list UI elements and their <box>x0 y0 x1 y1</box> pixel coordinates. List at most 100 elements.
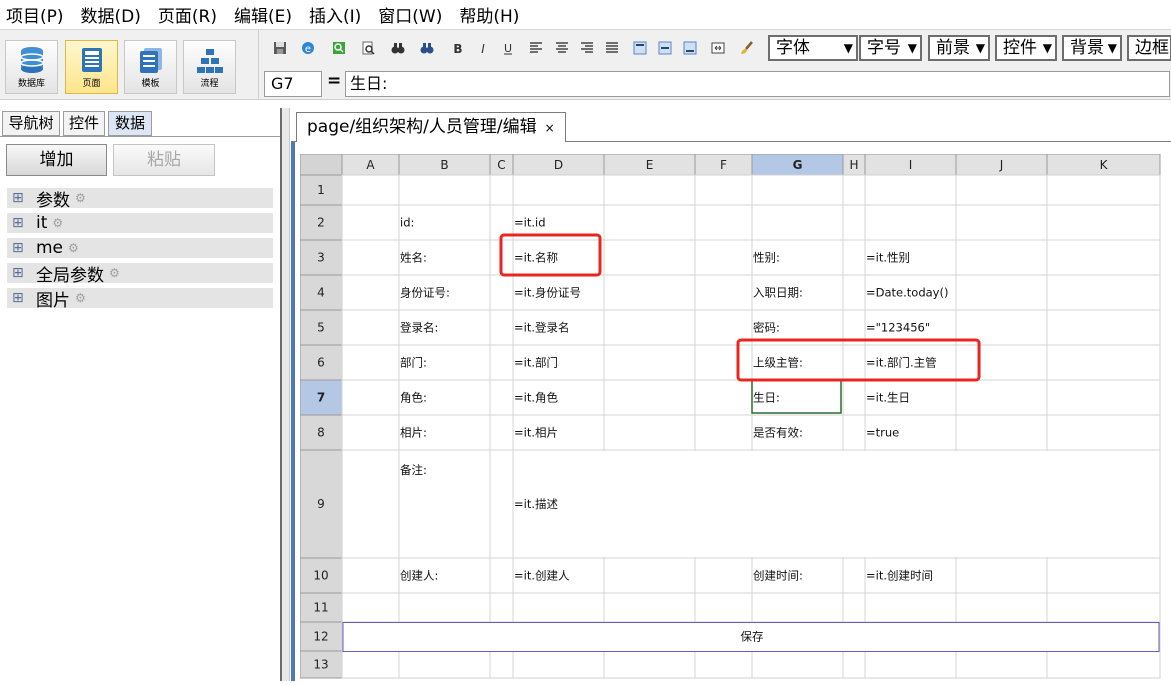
underline-icon[interactable]: U <box>501 41 515 55</box>
close-icon[interactable]: × <box>545 121 555 135</box>
menu-item-3[interactable]: 编辑(E) <box>234 2 292 27</box>
menu-item-0[interactable]: 项目(P) <box>6 2 64 27</box>
select-all-corner[interactable] <box>299 153 343 176</box>
svg-text:e: e <box>305 44 311 55</box>
expand-icon[interactable]: ⊞ <box>12 240 26 256</box>
tab-divider <box>0 136 280 137</box>
template-button[interactable]: 模板 <box>124 40 177 94</box>
control-select[interactable]: 控件 ▼ <box>995 35 1057 61</box>
background-select[interactable]: 背景 ▼ <box>1062 35 1122 61</box>
database-button[interactable]: 数据库 <box>5 40 58 94</box>
tab-data[interactable]: 数据 <box>108 111 152 136</box>
brush-icon[interactable] <box>740 41 754 55</box>
panel-splitter[interactable] <box>282 108 290 681</box>
cell-reference-field[interactable]: G7 <box>264 71 322 97</box>
cell-text: 性别: <box>753 251 780 265</box>
merge-icon[interactable] <box>711 41 725 55</box>
cell-text: 部门: <box>400 356 427 370</box>
cell-text: 身份证号: <box>400 286 450 300</box>
flow-button[interactable]: 流程 <box>183 40 236 94</box>
valign-middle-icon[interactable] <box>658 41 672 55</box>
cell-text: =it.id <box>514 216 546 230</box>
foreground-select[interactable]: 前景 ▼ <box>928 35 990 61</box>
gear-icon[interactable]: ⚙ <box>75 191 86 205</box>
cell-text: 保存 <box>741 630 764 644</box>
find-icon[interactable] <box>332 41 346 55</box>
border-value: 边框 <box>1135 38 1169 58</box>
cell-text: 相片: <box>400 426 427 440</box>
cell-text: ="123456" <box>866 321 930 335</box>
expand-icon[interactable]: ⊞ <box>12 290 26 306</box>
cell-text: 入职日期: <box>753 286 803 300</box>
gear-icon[interactable]: ⚙ <box>75 291 86 305</box>
paste-button[interactable]: 粘贴 <box>113 144 215 176</box>
column-header-label: I <box>909 158 913 172</box>
font-size-select[interactable]: 字号 ▼ <box>859 35 922 61</box>
background-value: 背景 <box>1070 38 1104 58</box>
flow-icon <box>196 49 223 73</box>
expand-icon[interactable]: ⊞ <box>12 215 26 231</box>
align-left-icon[interactable] <box>529 41 543 55</box>
page-button[interactable]: 页面 <box>65 40 118 94</box>
tree-item-it[interactable]: ⊞ it ⚙ <box>7 213 273 233</box>
tree-item-global-params[interactable]: ⊞ 全局参数 ⚙ <box>7 263 273 286</box>
menu-item-5[interactable]: 窗口(W) <box>378 2 442 27</box>
spreadsheet-canvas[interactable]: A B C D E F G H I J K12345678910111213id: =it.id姓名:… <box>299 153 1171 681</box>
tree-item-label: 图片 <box>36 290 70 311</box>
tree-item-images[interactable]: ⊞ 图片 ⚙ <box>7 288 273 311</box>
save-icon[interactable] <box>273 41 287 55</box>
cell-text: 角色: <box>400 391 427 405</box>
gear-icon[interactable]: ⚙ <box>52 216 63 230</box>
column-header-label: D <box>554 158 563 172</box>
cell-text: =it.生日 <box>866 391 910 405</box>
cell-text: =it.登录名 <box>514 321 570 335</box>
find-next-icon[interactable] <box>420 41 434 55</box>
ie-icon[interactable]: e <box>301 41 315 55</box>
gear-icon[interactable]: ⚙ <box>109 266 120 280</box>
cell-text: 是否有效: <box>753 426 803 440</box>
tab-navigation-tree[interactable]: 导航树 <box>2 111 60 136</box>
expand-icon[interactable]: ⊞ <box>12 190 26 206</box>
bold-icon[interactable]: B <box>451 41 465 55</box>
column-header-label: H <box>849 158 858 172</box>
menu-item-6[interactable]: 帮助(H) <box>459 2 519 27</box>
align-right-icon[interactable] <box>580 41 594 55</box>
cell-text: 登录名: <box>400 321 438 335</box>
menu-item-2[interactable]: 页面(R) <box>158 2 217 27</box>
tree-item-label: me <box>36 238 64 258</box>
spreadsheet-grid[interactable]: A B C D E F G H I J K 1 2 3 4 5 6 7 8 9 10 11 12 13 id: =it.id 姓名:… <box>299 153 1171 685</box>
cell-area[interactable] <box>341 174 1161 679</box>
cell-text: =it.身份证号 <box>514 286 581 300</box>
valign-top-icon[interactable] <box>633 41 647 55</box>
cell-text: =it.创建人 <box>514 569 570 583</box>
italic-icon[interactable]: I <box>476 41 490 55</box>
foreground-value: 前景 <box>936 38 970 58</box>
database-label: 数据库 <box>17 79 45 89</box>
preview-icon[interactable] <box>361 41 375 55</box>
column-header-label: A <box>366 158 375 172</box>
cell-text: 创建人: <box>400 569 438 583</box>
tree-item-me[interactable]: ⊞ me ⚙ <box>7 238 273 258</box>
merged-cell-remarks[interactable] <box>514 451 1159 557</box>
document-tab[interactable]: page/组织架构/人员管理/编辑 × <box>296 112 566 143</box>
chevron-down-icon: ▼ <box>1042 41 1052 55</box>
tree-item-params[interactable]: ⊞ 参数 ⚙ <box>7 188 273 211</box>
row-header-label: 10 <box>313 569 328 583</box>
expand-icon[interactable]: ⊞ <box>12 265 26 281</box>
tab-controls[interactable]: 控件 <box>63 111 105 136</box>
add-button[interactable]: 增加 <box>6 144 107 176</box>
cell-text: =it.部门 <box>514 356 558 370</box>
formula-input[interactable]: 生日: <box>345 71 1170 97</box>
border-select[interactable]: 边框 <box>1127 35 1171 61</box>
justify-icon[interactable] <box>605 41 619 55</box>
binoculars-icon[interactable] <box>391 41 405 55</box>
valign-bottom-icon[interactable] <box>683 41 697 55</box>
font-family-select[interactable]: 字体 ▼ <box>768 35 858 61</box>
database-icon <box>19 47 44 73</box>
align-center-icon[interactable] <box>555 41 569 55</box>
cell-text: =it.描述 <box>514 497 558 511</box>
gear-icon[interactable]: ⚙ <box>68 241 79 255</box>
font-size-value: 字号 <box>867 38 901 58</box>
menu-item-1[interactable]: 数据(D) <box>81 2 141 27</box>
menu-item-4[interactable]: 插入(I) <box>309 2 361 27</box>
